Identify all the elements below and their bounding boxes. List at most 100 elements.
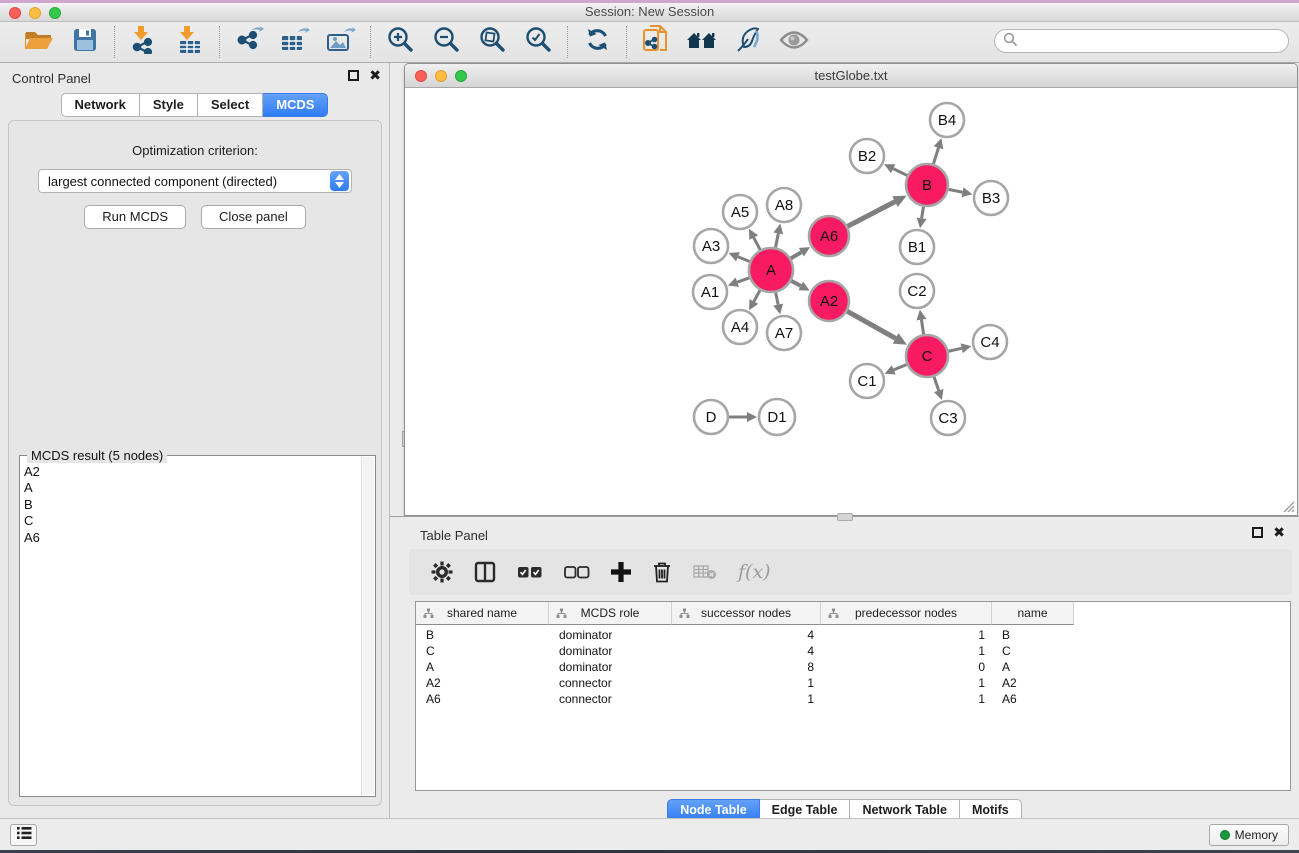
- graph-edge-B-B3[interactable]: [949, 187, 973, 197]
- criterion-select[interactable]: largest connected component (directed): [38, 169, 352, 193]
- delete-column-button[interactable]: [652, 561, 672, 583]
- table-cell[interactable]: C: [992, 644, 1074, 660]
- graph-node-B[interactable]: B: [906, 164, 948, 206]
- graphics-details-button[interactable]: [733, 27, 763, 57]
- table-cell[interactable]: A2: [992, 676, 1074, 692]
- network-overview-button[interactable]: [687, 27, 717, 57]
- table-row[interactable]: A2connector11A2: [416, 676, 1290, 692]
- table-cell[interactable]: dominator: [549, 628, 672, 644]
- zoom-selected-button[interactable]: [523, 27, 553, 57]
- table-cell[interactable]: B: [416, 628, 549, 644]
- graph-edge-A-A2[interactable]: [791, 281, 809, 291]
- column-header-mcds-role[interactable]: MCDS role: [549, 602, 672, 625]
- search-field[interactable]: [994, 29, 1289, 53]
- table-row[interactable]: Bdominator41B: [416, 628, 1290, 644]
- graph-edge-A-A8[interactable]: [773, 224, 783, 248]
- tab-select[interactable]: Select: [198, 93, 263, 117]
- column-header-name[interactable]: name: [992, 602, 1074, 625]
- graph-node-A1[interactable]: A1: [693, 275, 727, 309]
- graph-node-C3[interactable]: C3: [931, 401, 965, 435]
- close-table-panel-icon[interactable]: ✖: [1273, 527, 1285, 538]
- export-image-button[interactable]: [326, 27, 356, 57]
- graph-node-B4[interactable]: B4: [930, 103, 964, 137]
- save-session-button[interactable]: [70, 27, 100, 57]
- graph-edge-C-C4[interactable]: [948, 343, 971, 353]
- resize-grip-icon[interactable]: [1281, 499, 1295, 513]
- memory-button[interactable]: Memory: [1209, 824, 1289, 846]
- node-table[interactable]: shared nameMCDS rolesuccessor nodesprede…: [415, 601, 1291, 791]
- graph-edge-C-C2[interactable]: [916, 310, 926, 334]
- show-hide-details-button[interactable]: [779, 27, 809, 57]
- table-cell[interactable]: 4: [672, 644, 821, 660]
- table-cell[interactable]: 8: [672, 660, 821, 676]
- result-item[interactable]: A6: [24, 530, 361, 546]
- graph-node-A6[interactable]: A6: [809, 216, 849, 256]
- graph-node-B1[interactable]: B1: [900, 230, 934, 264]
- run-mcds-button[interactable]: Run MCDS: [84, 205, 186, 229]
- graph-node-D[interactable]: D: [694, 400, 728, 434]
- table-cell[interactable]: B: [992, 628, 1074, 644]
- search-input[interactable]: [1022, 31, 1288, 51]
- tab-style[interactable]: Style: [140, 93, 198, 117]
- graph-node-B2[interactable]: B2: [850, 139, 884, 173]
- table-cell[interactable]: A6: [416, 692, 549, 708]
- table-cell[interactable]: 1: [672, 676, 821, 692]
- tab-mcds[interactable]: MCDS: [263, 93, 328, 117]
- table-cell[interactable]: connector: [549, 692, 672, 708]
- graph-edge-A6-B[interactable]: [848, 196, 907, 227]
- function-builder-button[interactable]: f(x): [738, 561, 771, 583]
- graph-edge-A-A5[interactable]: [749, 229, 760, 250]
- mcds-result-list[interactable]: A2ABCA6: [24, 464, 361, 794]
- table-row[interactable]: Cdominator41C: [416, 644, 1290, 660]
- float-panel-icon[interactable]: [348, 70, 359, 81]
- column-header-successor-nodes[interactable]: successor nodes: [672, 602, 821, 625]
- graph-edge-B-B1[interactable]: [917, 207, 927, 229]
- splitter-handle[interactable]: [837, 513, 853, 521]
- table-cell[interactable]: 4: [672, 628, 821, 644]
- graph-edge-B-B4[interactable]: [933, 138, 943, 164]
- import-table-button[interactable]: [175, 27, 205, 57]
- tab-network[interactable]: Network: [61, 93, 140, 117]
- table-cell[interactable]: 0: [821, 660, 992, 676]
- table-cell[interactable]: 1: [821, 628, 992, 644]
- export-network-button[interactable]: [234, 27, 264, 57]
- column-header-shared-name[interactable]: shared name: [416, 602, 549, 625]
- graph-node-C[interactable]: C: [906, 335, 948, 377]
- graph-node-C4[interactable]: C4: [973, 325, 1007, 359]
- deselect-all-columns-button[interactable]: [564, 565, 590, 579]
- graph-edge-A-A6[interactable]: [791, 247, 810, 258]
- graph-node-C1[interactable]: C1: [850, 364, 884, 398]
- graph-node-A8[interactable]: A8: [767, 188, 801, 222]
- table-cell[interactable]: C: [416, 644, 549, 660]
- network-window-titlebar[interactable]: testGlobe.txt: [405, 64, 1297, 88]
- graph-edge-B-B2[interactable]: [884, 164, 907, 175]
- result-item[interactable]: C: [24, 513, 361, 529]
- delete-table-button[interactable]: [693, 564, 717, 580]
- graph-edge-C-C1[interactable]: [885, 364, 907, 374]
- import-network-button[interactable]: [129, 27, 159, 57]
- graph-node-B3[interactable]: B3: [974, 181, 1008, 215]
- table-cell[interactable]: A: [416, 660, 549, 676]
- graph-edge-A-A3[interactable]: [729, 252, 750, 261]
- open-session-button[interactable]: [24, 27, 54, 57]
- result-item[interactable]: B: [24, 497, 361, 513]
- table-cell[interactable]: 1: [821, 692, 992, 708]
- export-table-button[interactable]: [280, 27, 310, 57]
- close-panel-icon[interactable]: ✖: [369, 70, 381, 81]
- network-canvas[interactable]: AA6A2BCA5A8A3A1A4A7B2B4B3B1C2C4C1C3DD1: [405, 88, 1297, 515]
- table-cell[interactable]: A6: [992, 692, 1074, 708]
- graph-edge-A-A1[interactable]: [728, 277, 749, 286]
- graph-edge-D-D1[interactable]: [729, 412, 757, 422]
- graph-node-A5[interactable]: A5: [723, 195, 757, 229]
- graph-edge-C-C3[interactable]: [934, 377, 943, 400]
- result-item[interactable]: A: [24, 480, 361, 496]
- table-row[interactable]: A6connector11A6: [416, 692, 1290, 708]
- new-network-from-selection-button[interactable]: [641, 27, 671, 57]
- graph-node-A[interactable]: A: [749, 248, 793, 292]
- table-row[interactable]: Adominator80A: [416, 660, 1290, 676]
- graph-node-A3[interactable]: A3: [694, 229, 728, 263]
- zoom-fit-button[interactable]: [477, 27, 507, 57]
- float-table-panel-icon[interactable]: [1252, 527, 1263, 538]
- show-column-panel-button[interactable]: [474, 561, 496, 583]
- table-cell[interactable]: connector: [549, 676, 672, 692]
